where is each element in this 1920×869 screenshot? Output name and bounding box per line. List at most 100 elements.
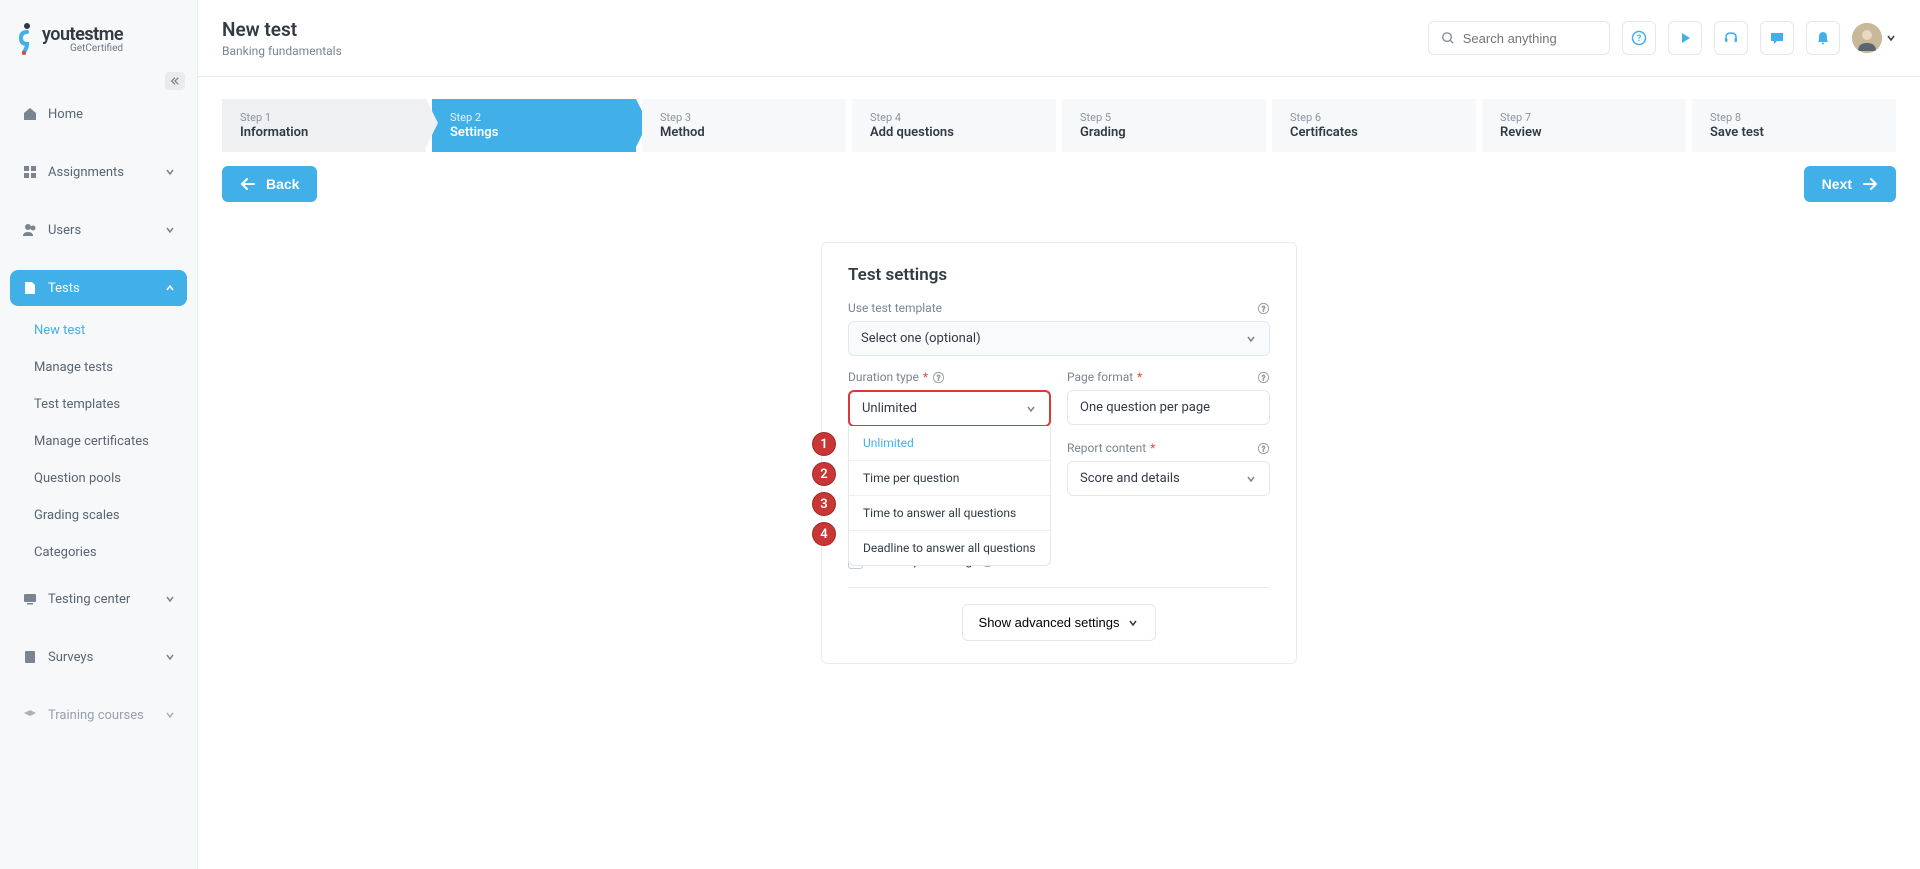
step-settings[interactable]: Step 2 Settings <box>432 99 636 152</box>
duration-option-unlimited[interactable]: Unlimited <box>849 426 1050 461</box>
testing-center-icon <box>22 591 38 607</box>
required-marker: * <box>923 370 928 384</box>
play-icon <box>1677 30 1693 46</box>
chevron-down-icon <box>165 710 175 720</box>
logo-text-1: you <box>42 24 70 45</box>
sidebar-item-training-courses[interactable]: Training courses <box>10 697 187 733</box>
chevron-double-left-icon <box>170 76 180 86</box>
wizard-stepper: Step 1 Information Step 2 Settings Step … <box>222 99 1896 152</box>
sidebar-sub-grading-scales[interactable]: Grading scales <box>10 497 187 534</box>
chevron-down-icon <box>1886 33 1896 43</box>
sidebar-item-testing-center[interactable]: Testing center <box>10 581 187 617</box>
card-title: Test settings <box>848 265 1270 285</box>
help-icon[interactable]: ? <box>1257 442 1270 455</box>
sidebar-sub-new-test[interactable]: New test <box>10 312 187 349</box>
header: New test Banking fundamentals ? <box>198 0 1920 77</box>
search-input[interactable] <box>1463 31 1597 46</box>
next-button[interactable]: Next <box>1804 166 1896 202</box>
svg-text:?: ? <box>1637 34 1642 44</box>
svg-text:?: ? <box>1262 444 1266 453</box>
search-box[interactable] <box>1428 21 1610 55</box>
chevron-up-icon <box>165 283 175 293</box>
step-method[interactable]: Step 3 Method <box>642 99 846 152</box>
sidebar-item-users[interactable]: Users <box>10 212 187 248</box>
sidebar-item-label: Tests <box>48 281 80 296</box>
step-review[interactable]: Step 7 Review <box>1482 99 1686 152</box>
collapse-sidebar-button[interactable] <box>165 72 185 90</box>
back-button[interactable]: Back <box>222 166 317 202</box>
chevron-down-icon <box>1025 403 1037 415</box>
logo[interactable]: youtestme GetCertified <box>0 0 197 68</box>
logo-text-3: me <box>99 24 123 45</box>
page-subtitle: Banking fundamentals <box>222 44 342 58</box>
chevron-down-icon <box>165 225 175 235</box>
chevron-down-icon <box>165 167 175 177</box>
chat-button[interactable] <box>1760 21 1794 55</box>
sidebar-item-home[interactable]: Home <box>10 96 187 132</box>
step-grading[interactable]: Step 5 Grading <box>1062 99 1266 152</box>
step-information[interactable]: Step 1 Information <box>222 99 426 152</box>
duration-option-deadline[interactable]: Deadline to answer all questions <box>849 531 1050 565</box>
avatar <box>1852 23 1882 53</box>
duration-option-time-per-question[interactable]: Time per question <box>849 461 1050 496</box>
chevron-down-icon <box>165 594 175 604</box>
chevron-down-icon <box>1127 617 1139 629</box>
step-certificates[interactable]: Step 6 Certificates <box>1272 99 1476 152</box>
help-icon[interactable]: ? <box>932 371 945 384</box>
callout-4: 4 <box>812 522 836 546</box>
callout-1: 1 <box>812 432 836 456</box>
chat-icon <box>1769 30 1785 46</box>
help-icon: ? <box>1631 30 1647 46</box>
help-icon[interactable]: ? <box>1257 302 1270 315</box>
chevron-down-icon <box>1245 473 1257 485</box>
surveys-icon <box>22 649 38 665</box>
sidebar-sub-manage-tests[interactable]: Manage tests <box>10 349 187 386</box>
step-save-test[interactable]: Step 8 Save test <box>1692 99 1896 152</box>
sidebar-item-label: Surveys <box>48 650 93 665</box>
svg-text:?: ? <box>1262 304 1266 313</box>
logo-text-2: test <box>70 24 99 45</box>
sidebar-item-label: Home <box>48 107 83 122</box>
sidebar: youtestme GetCertified Home Assignments … <box>0 0 198 869</box>
svg-text:?: ? <box>937 373 941 382</box>
svg-text:?: ? <box>1262 373 1266 382</box>
sidebar-item-assignments[interactable]: Assignments <box>10 154 187 190</box>
callout-2: 2 <box>812 462 836 486</box>
test-settings-card: Test settings Use test template ? Select… <box>821 242 1297 664</box>
users-icon <box>22 222 38 238</box>
play-button[interactable] <box>1668 21 1702 55</box>
sidebar-item-label: Testing center <box>48 592 130 607</box>
divider <box>848 587 1270 588</box>
chevron-down-icon <box>1245 333 1257 345</box>
headset-icon <box>1723 30 1739 46</box>
duration-option-time-all[interactable]: Time to answer all questions <box>849 496 1050 531</box>
home-icon <box>22 106 38 122</box>
sidebar-sub-manage-certificates[interactable]: Manage certificates <box>10 423 187 460</box>
sidebar-item-tests[interactable]: Tests <box>10 270 187 306</box>
callout-markers: 1 2 3 4 <box>812 432 836 552</box>
duration-select[interactable]: Unlimited <box>848 390 1051 427</box>
show-advanced-button[interactable]: Show advanced settings <box>962 604 1157 641</box>
logo-icon <box>18 22 36 56</box>
step-add-questions[interactable]: Step 4 Add questions <box>852 99 1056 152</box>
help-button[interactable]: ? <box>1622 21 1656 55</box>
sidebar-sub-test-templates[interactable]: Test templates <box>10 386 187 423</box>
bell-icon <box>1815 30 1831 46</box>
support-button[interactable] <box>1714 21 1748 55</box>
chevron-down-icon <box>165 652 175 662</box>
sidebar-sub-question-pools[interactable]: Question pools <box>10 460 187 497</box>
template-select[interactable]: Select one (optional) <box>848 321 1270 356</box>
help-icon[interactable]: ? <box>1257 371 1270 384</box>
sidebar-sub-categories[interactable]: Categories <box>10 534 187 571</box>
page-format-select[interactable]: One question per page <box>1067 390 1270 425</box>
search-icon <box>1441 30 1455 46</box>
report-select[interactable]: Score and details <box>1067 461 1270 496</box>
sidebar-item-surveys[interactable]: Surveys <box>10 639 187 675</box>
duration-dropdown: Unlimited Time per question Time to answ… <box>848 426 1051 566</box>
template-label: Use test template <box>848 301 942 315</box>
duration-label: Duration type <box>848 370 919 384</box>
user-menu[interactable] <box>1852 23 1896 53</box>
notifications-button[interactable] <box>1806 21 1840 55</box>
required-marker: * <box>1137 370 1142 384</box>
report-label: Report content <box>1067 441 1146 455</box>
